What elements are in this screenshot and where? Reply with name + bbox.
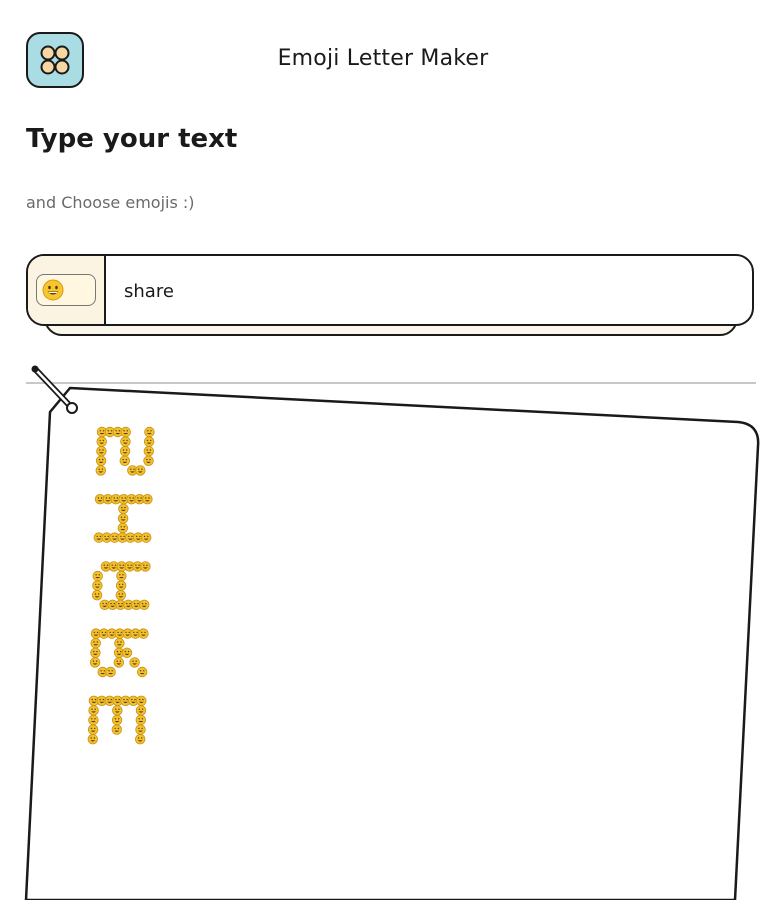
letter-emoji: [119, 455, 131, 467]
letter-emoji: [121, 647, 133, 659]
letter-emoji: [88, 714, 99, 726]
letter-emoji: [138, 628, 149, 639]
letter-emoji: [136, 666, 148, 678]
letter-emoji: [92, 570, 103, 582]
letter-emoji: [90, 637, 101, 649]
letter-emoji: [113, 657, 125, 668]
letter-emoji: [91, 589, 103, 601]
letter-emoji: [90, 647, 101, 659]
letter-emoji: [129, 657, 140, 668]
letter-emoji: [120, 426, 131, 438]
letter-emoji: [89, 657, 101, 668]
letter-emoji: [96, 436, 107, 447]
letter-emoji: [95, 465, 107, 476]
letter-emoji: [135, 705, 147, 716]
letter-emoji: [115, 589, 127, 601]
preview-card: [24, 365, 760, 900]
letter-emoji: [140, 532, 152, 543]
letter-emoji: [138, 599, 150, 611]
letter-emoji: [143, 445, 155, 457]
letter-emoji: [143, 436, 155, 447]
letter-emoji: [111, 714, 123, 726]
letter-emoji: [140, 561, 151, 572]
letter-emoji: [111, 724, 123, 735]
letter-emoji: [144, 426, 155, 438]
letter-emoji: [112, 705, 123, 716]
letter-emoji: [96, 445, 107, 457]
letter-emoji: [92, 580, 103, 591]
letter-emoji: [135, 714, 147, 726]
letter-emoji: [87, 733, 99, 745]
preview-paper: [24, 386, 760, 900]
app-page: Emoji Letter Maker Type your text and Ch…: [0, 0, 766, 900]
letter-emoji: [135, 465, 146, 476]
letter-emoji: [88, 705, 99, 716]
letter-emoji: [115, 580, 127, 591]
letter-emoji: [114, 637, 125, 649]
letter-emoji: [134, 733, 146, 745]
letter-emoji: [135, 724, 146, 735]
letter-emoji: [118, 503, 129, 515]
letter-emoji: [105, 666, 116, 678]
letter-emoji: [117, 513, 129, 524]
letter-emoji: [95, 455, 107, 467]
letter-emoji: [117, 522, 129, 534]
letter-emoji: [87, 724, 99, 735]
letter-emoji: [119, 445, 131, 457]
letter-emoji: [143, 455, 154, 467]
letter-emoji: [142, 493, 153, 505]
letter-emoji: [120, 436, 131, 447]
letter-emoji: [136, 695, 147, 707]
letter-emoji: [116, 570, 127, 582]
